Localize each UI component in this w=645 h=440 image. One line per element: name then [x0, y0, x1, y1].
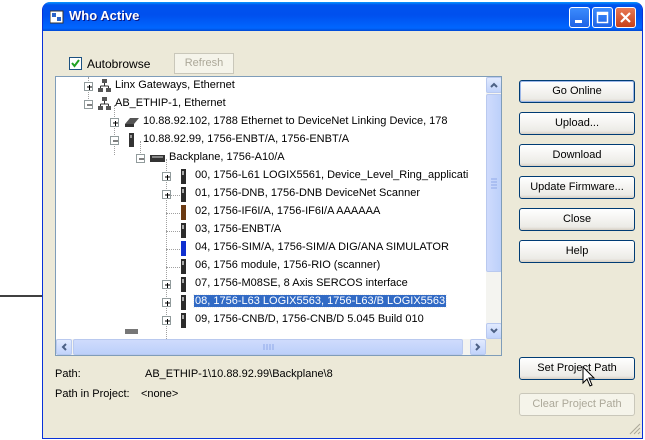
network-icon	[98, 79, 111, 92]
collapse-icon[interactable]	[136, 154, 145, 163]
clear-project-path-button[interactable]: Clear Project Path	[519, 393, 635, 416]
tree-node-slot-04[interactable]: 04, 1756-SIM/A, 1756-SIM/A DIG/ANA SIMUL…	[56, 239, 486, 257]
chevron-left-icon	[61, 343, 67, 351]
scroll-left-button[interactable]	[56, 339, 72, 355]
tree-node-label: 07, 1756-M08SE, 8 Axis SERCOS interface	[195, 277, 408, 289]
expand-icon[interactable]	[162, 298, 171, 307]
chevron-down-icon	[490, 328, 498, 334]
minimize-icon	[575, 20, 582, 23]
tree-node-label: 02, 1756-IF6I/A, 1756-IF6I/A AAAAAA	[195, 205, 381, 217]
grip-lines-icon	[263, 344, 274, 350]
update-firmware-button[interactable]: Update Firmware...	[519, 176, 635, 199]
tree-node-backplane[interactable]: Backplane, 1756-A10/A	[56, 149, 486, 167]
module-icon	[181, 205, 186, 220]
tree-node-label: 00, 1756-L61 LOGIX5561, Device_Level_Rin…	[195, 169, 469, 181]
tree-node-label: 01, 1756-DNB, 1756-DNB DeviceNet Scanner	[195, 187, 421, 199]
tree-node-slot-07[interactable]: 07, 1756-M08SE, 8 Axis SERCOS interface	[56, 275, 486, 293]
tree-node-ab-ethip-1[interactable]: AB_ETHIP-1, Ethernet	[56, 95, 486, 113]
tree-node-label: 09, 1756-CNB/D, 1756-CNB/D 5.045 Build 0…	[195, 313, 424, 325]
expand-icon[interactable]	[162, 316, 171, 325]
who-active-app-icon	[50, 10, 64, 24]
collapse-icon[interactable]	[84, 100, 93, 109]
tree-node-label: 06, 1756 module, 1756-RIO (scanner)	[195, 259, 381, 271]
checkmark-icon	[71, 59, 80, 68]
tree-node-slot-00[interactable]: 00, 1756-L61 LOGIX5561, Device_Level_Rin…	[56, 167, 486, 185]
expand-icon[interactable]	[162, 190, 171, 199]
tree-node-label: 10.88.92.102, 1788 Ethernet to DeviceNet…	[143, 115, 448, 127]
module-icon	[181, 169, 186, 184]
vertical-scrollbar[interactable]	[486, 77, 501, 339]
title-bar[interactable]: Who Active	[43, 2, 642, 31]
expand-icon[interactable]	[84, 82, 93, 91]
tree-node-label: 04, 1756-SIM/A, 1756-SIM/A DIG/ANA SIMUL…	[195, 241, 449, 253]
tree-node-label: Backplane, 1756-A10/A	[169, 151, 285, 163]
tree-node-label: 03, 1756-ENBT/A	[195, 223, 282, 235]
expand-icon[interactable]	[162, 172, 171, 181]
module-icon	[181, 187, 186, 202]
horizontal-scroll-thumb[interactable]	[73, 339, 463, 355]
path-value: AB_ETHIP-1\10.88.92.99\Backplane\8	[145, 368, 333, 380]
module-icon	[181, 241, 186, 256]
refresh-button[interactable]: Refresh	[174, 53, 234, 74]
path-in-project-value: <none>	[141, 388, 179, 400]
close-window-button[interactable]	[615, 7, 636, 28]
tree-node-slot-09[interactable]: 09, 1756-CNB/D, 1756-CNB/D 5.045 Build 0…	[56, 311, 486, 329]
grip-lines-icon	[491, 178, 497, 189]
module-icon	[129, 133, 134, 147]
tree-node-label: 10.88.92.99, 1756-ENBT/A, 1756-ENBT/A	[143, 133, 350, 145]
backplane-icon	[150, 155, 165, 162]
module-icon	[181, 223, 186, 238]
tree-node-label-selected: 08, 1756-L63 LOGIX5563, 1756-L63/B LOGIX…	[192, 294, 448, 308]
chevron-right-icon	[475, 343, 481, 351]
vertical-scroll-thumb[interactable]	[486, 94, 501, 272]
resize-grip-icon[interactable]	[629, 423, 641, 435]
upload-button[interactable]: Upload...	[519, 112, 635, 135]
scroll-corner	[486, 339, 501, 355]
close-button[interactable]: Close	[519, 208, 635, 231]
path-label: Path:	[55, 368, 81, 380]
tree-node-slot-01[interactable]: 01, 1756-DNB, 1756-DNB DeviceNet Scanner	[56, 185, 486, 203]
tree-node-label: Linx Gateways, Ethernet	[115, 79, 235, 91]
who-active-dialog: Who Active Autobrowse Refresh Linx Gatew…	[42, 2, 643, 439]
module-icon	[181, 295, 186, 310]
minimize-button[interactable]	[569, 7, 590, 28]
download-button[interactable]: Download	[519, 144, 635, 167]
path-in-project-label: Path in Project:	[55, 388, 130, 400]
horizontal-scrollbar[interactable]	[56, 339, 486, 355]
tree-node-slot-02[interactable]: 02, 1756-IF6I/A, 1756-IF6I/A AAAAAA	[56, 203, 486, 221]
tree-node-slot-03[interactable]: 03, 1756-ENBT/A	[56, 221, 486, 239]
module-icon	[181, 259, 186, 274]
collapse-icon[interactable]	[110, 136, 119, 145]
maximize-button[interactable]	[592, 7, 613, 28]
tree-node-slot-06[interactable]: 06, 1756 module, 1756-RIO (scanner)	[56, 257, 486, 275]
tree-node-label: AB_ETHIP-1, Ethernet	[115, 97, 226, 109]
set-project-path-button[interactable]: Set Project Path	[519, 357, 635, 380]
network-tree[interactable]: Linx Gateways, Ethernet AB_ETHIP-1, Ethe…	[55, 76, 502, 356]
device-icon	[125, 118, 139, 127]
window-title: Who Active	[69, 8, 140, 23]
chevron-up-icon	[490, 82, 498, 88]
module-icon	[181, 313, 186, 328]
tree-node-slot-08[interactable]: 08, 1756-L63 LOGIX5563, 1756-L63/B LOGIX…	[56, 293, 486, 311]
mouse-cursor-icon	[582, 366, 596, 387]
go-online-button[interactable]: Go Online	[519, 80, 635, 103]
expand-icon[interactable]	[162, 280, 171, 289]
module-icon	[181, 277, 186, 292]
tree-node-devicenet-linking-device[interactable]: 10.88.92.102, 1788 Ethernet to DeviceNet…	[56, 113, 486, 131]
tree-node-enbt-10-88-92-99[interactable]: 10.88.92.99, 1756-ENBT/A, 1756-ENBT/A	[56, 131, 486, 149]
device-icon	[125, 329, 138, 334]
expand-icon[interactable]	[110, 118, 119, 127]
help-button[interactable]: Help	[519, 240, 635, 263]
close-icon	[620, 12, 631, 23]
autobrowse-checkbox[interactable]	[69, 57, 82, 70]
scroll-right-button[interactable]	[470, 339, 486, 355]
scroll-down-button[interactable]	[486, 323, 501, 339]
maximize-icon	[596, 11, 609, 24]
scroll-up-button[interactable]	[486, 77, 501, 93]
tree-node-linx-gateways[interactable]: Linx Gateways, Ethernet	[56, 77, 486, 95]
network-icon	[98, 97, 111, 110]
autobrowse-label: Autobrowse	[87, 57, 151, 71]
